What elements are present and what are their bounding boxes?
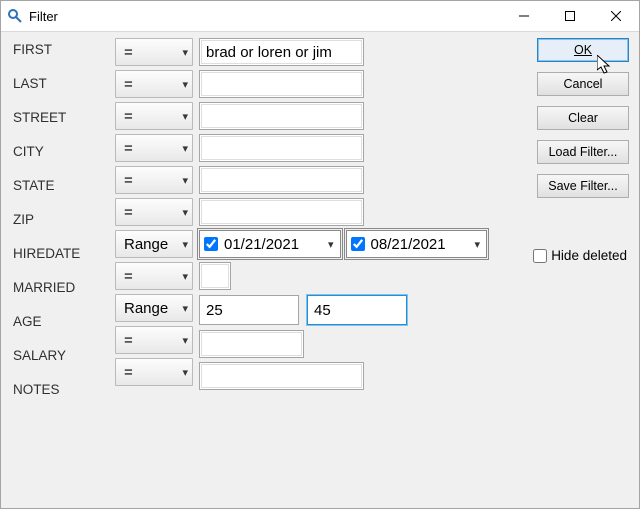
op-age[interactable]: Range▾ [115, 294, 193, 322]
op-street[interactable]: =▾ [115, 102, 193, 130]
clear-button[interactable]: Clear [537, 106, 629, 130]
hiredate-from-check[interactable] [204, 237, 218, 251]
chevron-down-icon: ▾ [182, 302, 188, 315]
hide-deleted-label: Hide deleted [551, 248, 627, 263]
field-labels: FIRST LAST STREET CITY STATE ZIP HIREDAT… [13, 42, 80, 398]
hiredate-to-check[interactable] [351, 237, 365, 251]
close-button[interactable] [593, 1, 639, 31]
label-notes: NOTES [13, 382, 80, 398]
op-married[interactable]: =▾ [115, 262, 193, 290]
op-hiredate[interactable]: Range▾ [115, 230, 193, 258]
chevron-down-icon: ▾ [324, 238, 338, 251]
label-salary: SALARY [13, 348, 80, 364]
label-married: MARRIED [13, 280, 80, 296]
value-notes[interactable] [199, 362, 364, 390]
hiredate-from[interactable]: ▾ [199, 230, 341, 258]
save-filter-button[interactable]: Save Filter... [537, 174, 629, 198]
hide-deleted[interactable]: Hide deleted [533, 248, 627, 263]
label-state: STATE [13, 178, 80, 194]
hide-deleted-check[interactable] [533, 249, 547, 263]
chevron-down-icon: ▾ [182, 78, 188, 91]
hiredate-to-value[interactable] [369, 236, 471, 253]
minimize-button[interactable] [501, 1, 547, 31]
age-to[interactable] [307, 295, 407, 325]
value-state[interactable] [199, 166, 364, 194]
title-bar: Filter [1, 1, 639, 32]
chevron-down-icon: ▾ [182, 46, 188, 59]
value-first[interactable] [199, 38, 364, 66]
label-street: STREET [13, 110, 80, 126]
chevron-down-icon: ▾ [182, 110, 188, 123]
chevron-down-icon: ▾ [182, 334, 188, 347]
load-filter-button[interactable]: Load Filter... [537, 140, 629, 164]
value-last[interactable] [199, 70, 364, 98]
label-age: AGE [13, 314, 80, 330]
op-city[interactable]: =▾ [115, 134, 193, 162]
value-city[interactable] [199, 134, 364, 162]
op-last[interactable]: =▾ [115, 70, 193, 98]
cancel-button[interactable]: Cancel [537, 72, 629, 96]
value-married[interactable] [199, 262, 231, 290]
op-notes[interactable]: =▾ [115, 358, 193, 386]
hiredate-from-value[interactable] [222, 236, 324, 253]
window-title: Filter [29, 9, 501, 24]
label-city: CITY [13, 144, 80, 160]
value-street[interactable] [199, 102, 364, 130]
chevron-down-icon: ▾ [182, 142, 188, 155]
op-first[interactable]: =▾ [115, 38, 193, 66]
label-first: FIRST [13, 42, 80, 58]
chevron-down-icon: ▾ [182, 174, 188, 187]
label-hiredate: HIREDATE [13, 246, 80, 262]
op-salary[interactable]: =▾ [115, 326, 193, 354]
maximize-button[interactable] [547, 1, 593, 31]
label-last: LAST [13, 76, 80, 92]
label-zip: ZIP [13, 212, 80, 228]
chevron-down-icon: ▾ [471, 238, 485, 251]
chevron-down-icon: ▾ [182, 206, 188, 219]
hiredate-to[interactable]: ▾ [346, 230, 488, 258]
dialog-body: FIRST LAST STREET CITY STATE ZIP HIREDAT… [1, 32, 639, 508]
value-salary[interactable] [199, 330, 304, 358]
chevron-down-icon: ▾ [182, 270, 188, 283]
ok-button[interactable]: OK [537, 38, 629, 62]
filter-app-icon [7, 8, 23, 24]
op-zip[interactable]: =▾ [115, 198, 193, 226]
chevron-down-icon: ▾ [182, 366, 188, 379]
op-state[interactable]: =▾ [115, 166, 193, 194]
value-zip[interactable] [199, 198, 364, 226]
chevron-down-icon: ▾ [182, 238, 188, 251]
age-from[interactable] [199, 295, 299, 325]
